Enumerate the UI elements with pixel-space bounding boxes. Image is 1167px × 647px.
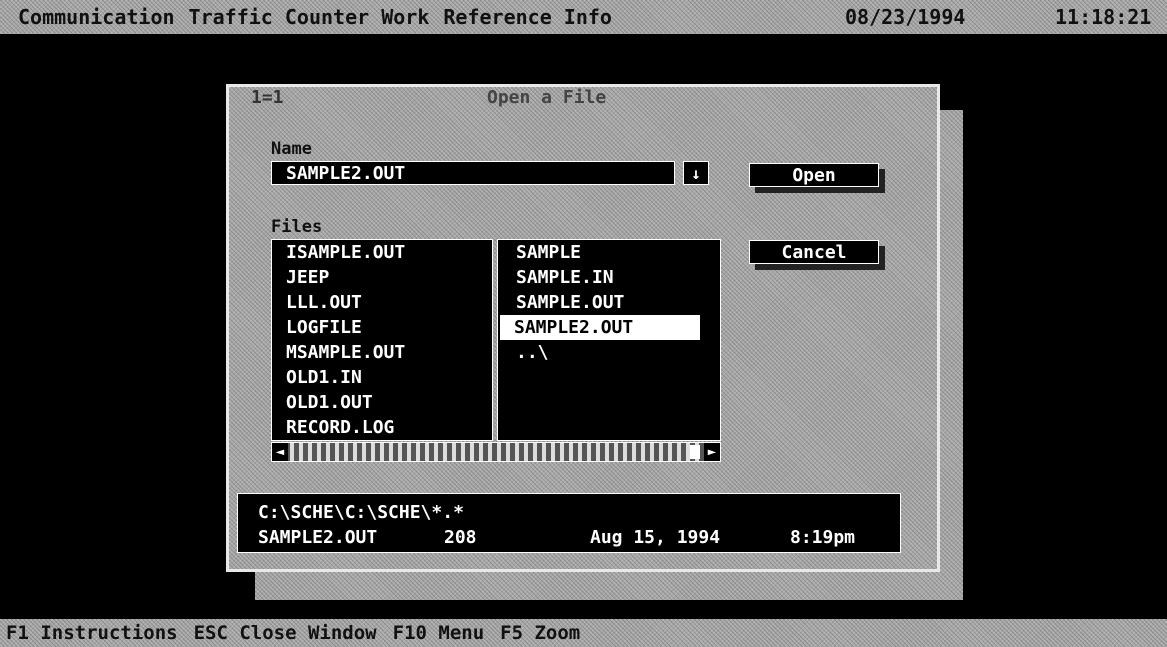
list-item[interactable]: RECORD.LOG (272, 415, 492, 440)
scroll-left-arrow-icon[interactable]: ◄ (272, 443, 288, 461)
list-item[interactable]: SAMPLE (498, 240, 720, 265)
open-button[interactable]: Open (749, 163, 879, 187)
dialog-title: Open a File (487, 87, 607, 108)
menu-bar: Communication Traffic Counter Work Refer… (0, 0, 1167, 34)
system-date: 08/23/1994 (845, 5, 966, 29)
info-date: Aug 15, 1994 (590, 527, 721, 548)
hint-f10-menu[interactable]: F10 Menu (393, 622, 485, 644)
list-item-parent-dir[interactable]: ..\ (498, 340, 720, 365)
hint-esc-close-window[interactable]: ESC Close Window (194, 622, 377, 644)
menu-traffic-counter-work[interactable]: Traffic Counter Work (189, 5, 430, 29)
file-list-left[interactable]: ISAMPLE.OUT JEEP LLL.OUT LOGFILE MSAMPLE… (271, 239, 493, 441)
file-list-right[interactable]: SAMPLE SAMPLE.IN SAMPLE.OUT SAMPLE2.OUT … (497, 239, 721, 441)
open-file-dialog: 1=1 Open a File Name SAMPLE2.OUT ↓ Open … (226, 84, 940, 572)
info-time: 8:19pm (790, 527, 856, 548)
name-label: Name (271, 139, 312, 159)
list-item-selected[interactable]: SAMPLE2.OUT (500, 315, 700, 340)
current-path: C:\SCHE\C:\SCHE\*.* (258, 502, 464, 523)
status-bar: F1 Instructions ESC Close Window F10 Men… (0, 619, 1167, 647)
list-item[interactable]: LOGFILE (272, 315, 492, 340)
list-item[interactable]: MSAMPLE.OUT (272, 340, 492, 365)
list-item[interactable]: SAMPLE.OUT (498, 290, 720, 315)
dropdown-arrow-icon[interactable]: ↓ (683, 161, 709, 185)
list-item[interactable]: OLD1.IN (272, 365, 492, 390)
system-time: 11:18:21 (1055, 5, 1152, 29)
scroll-right-arrow-icon[interactable]: ► (704, 443, 720, 461)
horizontal-scrollbar[interactable]: ◄ ► (271, 442, 721, 462)
list-item[interactable]: ISAMPLE.OUT (272, 240, 492, 265)
filename-input[interactable]: SAMPLE2.OUT (271, 161, 675, 185)
menu-reference-info[interactable]: Reference Info (443, 5, 612, 29)
list-item[interactable]: JEEP (272, 265, 492, 290)
info-filesize: 208 (444, 527, 477, 548)
info-filename: SAMPLE2.OUT (258, 527, 378, 548)
scroll-thumb[interactable] (690, 445, 700, 459)
list-item[interactable]: SAMPLE.IN (498, 265, 720, 290)
file-info-panel: C:\SCHE\C:\SCHE\*.* SAMPLE2.OUT 208 Aug … (237, 493, 901, 553)
window-number: 1=1 (251, 87, 284, 108)
cancel-button[interactable]: Cancel (749, 240, 879, 264)
files-label: Files (271, 217, 323, 237)
hint-f5-zoom[interactable]: F5 Zoom (500, 622, 580, 644)
list-item[interactable]: OLD1.OUT (272, 390, 492, 415)
hint-f1-instructions[interactable]: F1 Instructions (6, 622, 178, 644)
list-item[interactable]: LLL.OUT (272, 290, 492, 315)
menu-communication[interactable]: Communication (18, 5, 175, 29)
